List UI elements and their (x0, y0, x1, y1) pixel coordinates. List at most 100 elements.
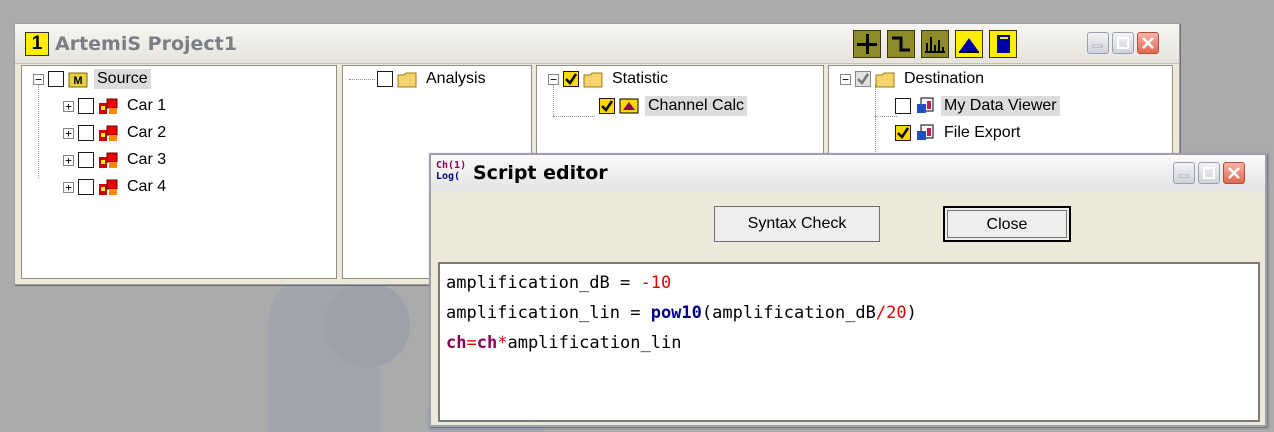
checkmark-icon (601, 100, 614, 112)
code-operator: / (875, 303, 887, 323)
code-number: -10 (640, 273, 672, 293)
background-circle (324, 282, 410, 368)
tree-line (349, 79, 375, 80)
destination-checkbox[interactable] (855, 71, 871, 87)
code-token: amplification_lin = (446, 303, 651, 323)
spectrum-tool-button[interactable] (921, 30, 949, 58)
tree-item-car-4[interactable]: + Car 4 (63, 176, 169, 198)
analysis-root[interactable]: Analysis (377, 68, 489, 90)
project-number-badge: 1 (25, 32, 49, 56)
expand-toggle[interactable]: + (63, 127, 74, 139)
export-icon (915, 97, 935, 115)
close-window-button[interactable] (1137, 32, 1159, 54)
car-icon (98, 97, 118, 115)
close-icon (1228, 167, 1240, 179)
source-label: Source (94, 69, 151, 89)
tree-item-my-data-viewer[interactable]: My Data Viewer (895, 95, 1060, 117)
source-root[interactable]: − M Source (33, 68, 151, 90)
file-export-checkbox[interactable] (895, 125, 911, 141)
close-button[interactable]: Close (943, 206, 1071, 242)
script-editor-app-icon: Ch(1) Log( (436, 160, 466, 186)
tree-item-channel-calc[interactable]: Channel Calc (599, 95, 748, 117)
code-line-1: amplification_dB = -10 (446, 268, 1252, 298)
tree-line (38, 84, 39, 178)
editor-minimize-button[interactable] (1173, 162, 1195, 184)
script-editor-window: Ch(1) Log( Script editor Syntax Check Cl… (429, 153, 1267, 427)
car-1-checkbox[interactable] (78, 98, 94, 114)
document-icon (997, 35, 1010, 53)
module-icon: M (68, 70, 88, 88)
collapse-toggle[interactable]: − (33, 73, 44, 85)
step-tool-button[interactable] (887, 30, 915, 58)
destination-root[interactable]: − Destination (840, 68, 987, 90)
minimize-button[interactable] (1087, 32, 1109, 54)
analysis-checkbox[interactable] (377, 71, 393, 87)
export-icon (915, 124, 935, 142)
script-editor-title-bar[interactable]: Ch(1) Log( Script editor (431, 155, 1265, 191)
syntax-check-button[interactable]: Syntax Check (714, 206, 880, 242)
statistic-root[interactable]: − Statistic (548, 68, 671, 90)
editor-close-window-button[interactable] (1223, 162, 1245, 184)
checkmark-icon (857, 73, 870, 85)
tree-item-car-3[interactable]: + Car 3 (63, 149, 169, 171)
document-tool-button[interactable] (989, 30, 1017, 58)
folder-icon (583, 70, 603, 88)
tree-item-car-1[interactable]: + Car 1 (63, 95, 169, 117)
code-channel: ch (446, 333, 467, 353)
close-icon (1142, 37, 1154, 49)
code-line-2: amplification_lin = pow10(amplification_… (446, 298, 1252, 328)
collapse-toggle[interactable]: − (548, 73, 559, 85)
car-icon (98, 178, 118, 196)
tree-line (875, 116, 897, 117)
main-title-bar[interactable]: 1 ArtemiS Project1 (15, 24, 1179, 64)
step-icon (892, 36, 910, 52)
tree-line (553, 116, 595, 117)
editor-maximize-button[interactable] (1198, 162, 1220, 184)
expand-toggle[interactable]: + (63, 154, 74, 166)
car-3-checkbox[interactable] (78, 152, 94, 168)
code-operator: = (466, 333, 477, 353)
minimize-icon (1178, 174, 1189, 178)
statistic-label: Statistic (612, 70, 669, 87)
maximize-icon (1117, 37, 1129, 49)
statistic-checkbox[interactable] (563, 71, 579, 87)
car-2-checkbox[interactable] (78, 125, 94, 141)
car-2-label: Car 2 (127, 124, 167, 141)
analysis-label: Analysis (426, 70, 486, 87)
source-pane[interactable]: − M Source + Car 1 + Car 2 + Car 3 + Car… (21, 65, 337, 279)
script-code-editor[interactable]: amplification_dB = -10 amplification_lin… (438, 262, 1260, 422)
spectrum-icon (925, 37, 945, 53)
file-export-label: File Export (944, 124, 1021, 141)
svg-text:M: M (73, 75, 82, 87)
tree-item-car-2[interactable]: + Car 2 (63, 122, 169, 144)
code-token: (amplification_dB (701, 303, 876, 323)
collapse-toggle[interactable]: − (840, 73, 851, 85)
peak-icon (959, 38, 979, 53)
code-function: pow10 (650, 303, 702, 323)
code-token: amplification_dB = (446, 273, 641, 293)
maximize-button[interactable] (1112, 32, 1134, 54)
crosshair-tool-button[interactable] (853, 30, 881, 58)
folder-icon (875, 70, 895, 88)
calc-icon (619, 97, 639, 115)
my-data-viewer-checkbox[interactable] (895, 98, 911, 114)
source-checkbox[interactable] (48, 71, 64, 87)
maximize-icon (1203, 167, 1215, 179)
code-line-3: ch=ch*amplification_lin (446, 328, 1252, 358)
script-editor-title: Script editor (473, 162, 608, 184)
peak-tool-button[interactable] (955, 30, 983, 58)
crosshair-icon (857, 34, 877, 54)
car-1-label: Car 1 (127, 97, 167, 114)
expand-toggle[interactable]: + (63, 181, 74, 193)
code-number: 20 (886, 303, 907, 323)
channel-calc-checkbox[interactable] (599, 98, 615, 114)
checkmark-icon (565, 73, 578, 85)
car-4-label: Car 4 (127, 178, 167, 195)
car-3-label: Car 3 (127, 151, 167, 168)
app-icon-line1: Ch(1) (436, 160, 467, 171)
expand-toggle[interactable]: + (63, 100, 74, 112)
channel-calc-label: Channel Calc (645, 96, 748, 116)
code-operator: * (497, 333, 508, 353)
tree-item-file-export[interactable]: File Export (895, 122, 1023, 144)
car-4-checkbox[interactable] (78, 179, 94, 195)
